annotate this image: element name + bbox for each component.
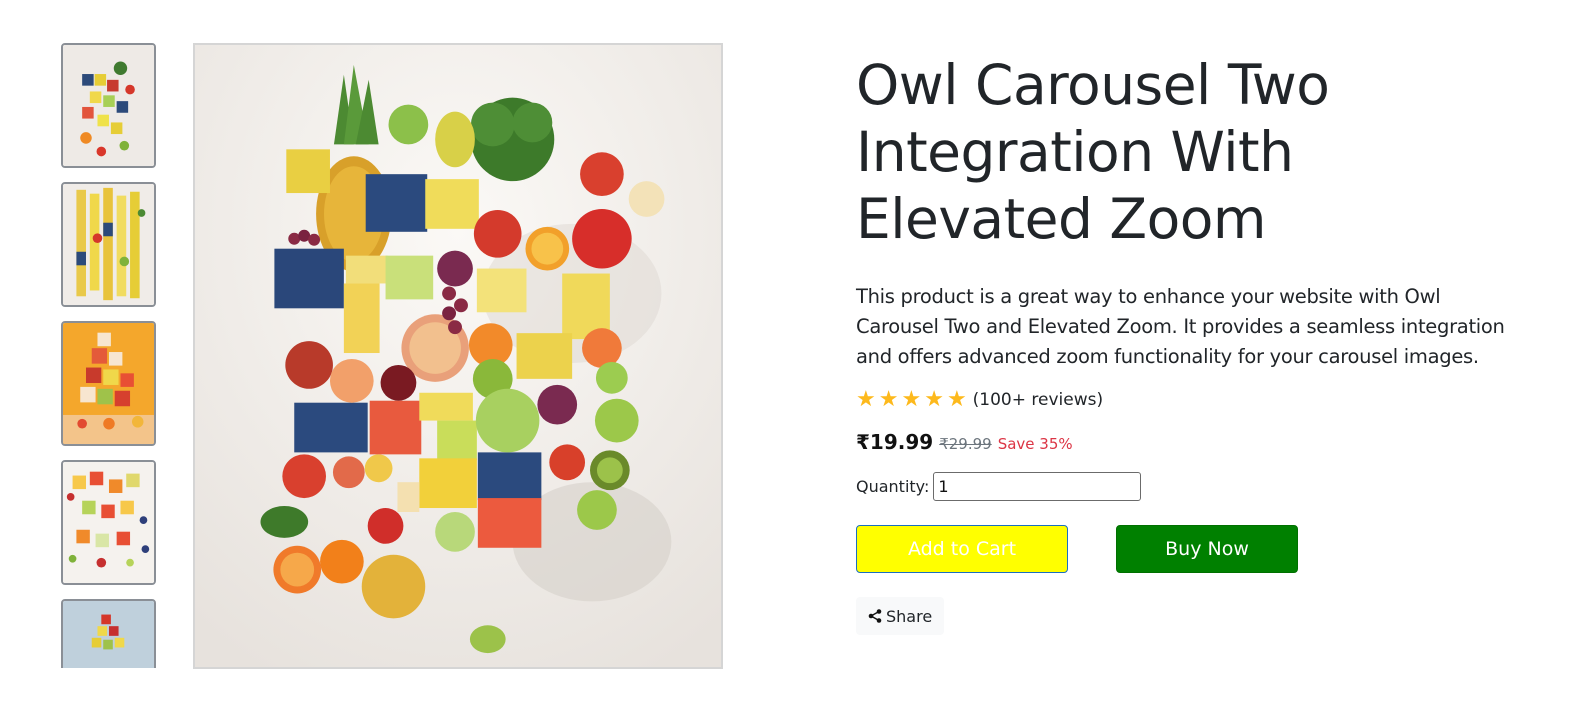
star-icon: ★ [901, 387, 922, 412]
main-product-image[interactable] [193, 43, 723, 669]
buy-now-button[interactable]: Buy Now [1116, 525, 1298, 573]
quantity-input[interactable] [933, 472, 1142, 501]
star-icon: ★ [924, 387, 944, 412]
thumbnail-1[interactable] [61, 43, 156, 168]
current-price: ₹19.99 [856, 430, 934, 454]
star-icon: ★ [946, 387, 967, 412]
rating-stars: ★ ★ ★ ★ ★ [856, 389, 967, 411]
thumbnail-4[interactable] [61, 460, 156, 585]
product-description: This product is a great way to enhance y… [856, 285, 1505, 368]
thumbnail-image-orange-stack [63, 323, 154, 444]
reviews-count: (100+ reviews) [972, 390, 1104, 410]
product-rating: ★ ★ ★ ★ ★ (100+ reviews) [856, 386, 1516, 414]
add-to-cart-button[interactable]: Add to Cart [856, 525, 1068, 573]
share-label: Share [886, 606, 933, 626]
fruit-collage-image [195, 45, 721, 667]
product-page: Owl Carousel Two Integration With Elevat… [0, 0, 1577, 726]
star-icon: ★ [856, 387, 876, 412]
thumbnail-strip[interactable] [61, 43, 160, 668]
price-row: ₹19.99 ₹29.99 Save 35% [856, 430, 1516, 454]
quantity-row: Quantity: [856, 472, 1516, 501]
thumbnail-5[interactable] [61, 599, 156, 668]
quantity-label: Quantity: [856, 477, 930, 496]
thumbnail-image-fruit-tower [63, 601, 154, 668]
action-buttons: Add to Cart Buy Now [856, 525, 1516, 573]
thumbnail-3[interactable] [61, 321, 156, 446]
original-price: ₹29.99 [939, 435, 992, 453]
thumbnail-image-fruit-cubes [63, 45, 154, 166]
product-info: Owl Carousel Two Integration With Elevat… [856, 52, 1516, 635]
share-icon [868, 609, 882, 623]
star-icon: ★ [878, 387, 899, 412]
thumbnail-2[interactable] [61, 182, 156, 307]
discount-label: Save 35% [997, 435, 1073, 453]
share-button[interactable]: Share [856, 597, 945, 635]
thumbnail-image-fruit-columns [63, 184, 154, 305]
thumbnail-image-berry-mosaic [63, 462, 154, 583]
product-title: Owl Carousel Two Integration With Elevat… [856, 53, 1330, 251]
